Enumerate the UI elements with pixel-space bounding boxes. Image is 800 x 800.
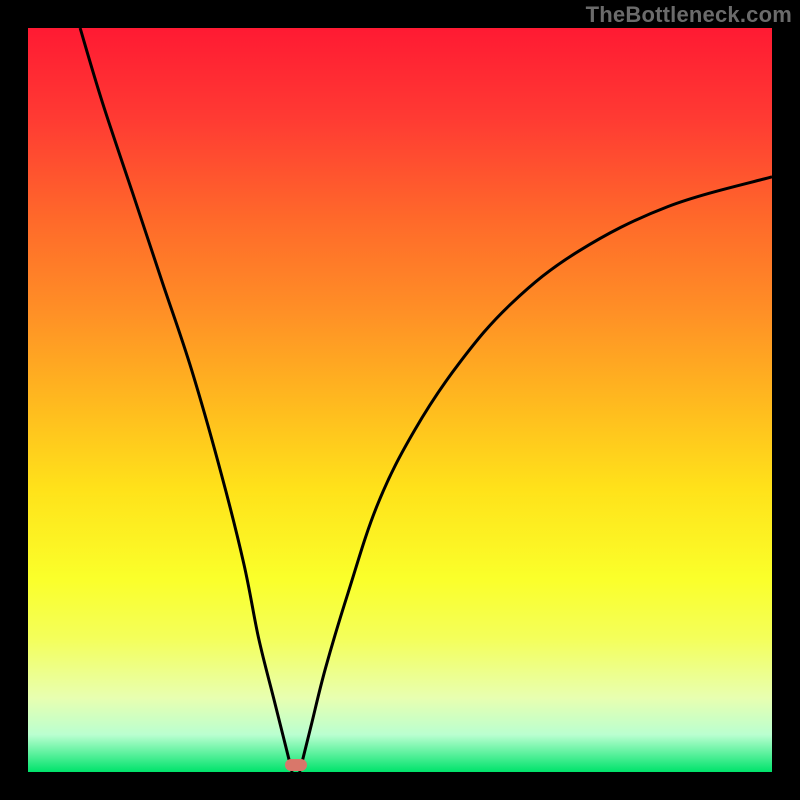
curve-svg: [28, 28, 772, 772]
optimum-marker: [285, 759, 307, 771]
watermark-text: TheBottleneck.com: [586, 2, 792, 28]
bottleneck-curve-right: [300, 177, 772, 772]
bottleneck-curve-left: [80, 28, 292, 772]
chart-frame: TheBottleneck.com: [0, 0, 800, 800]
plot-area: [28, 28, 772, 772]
